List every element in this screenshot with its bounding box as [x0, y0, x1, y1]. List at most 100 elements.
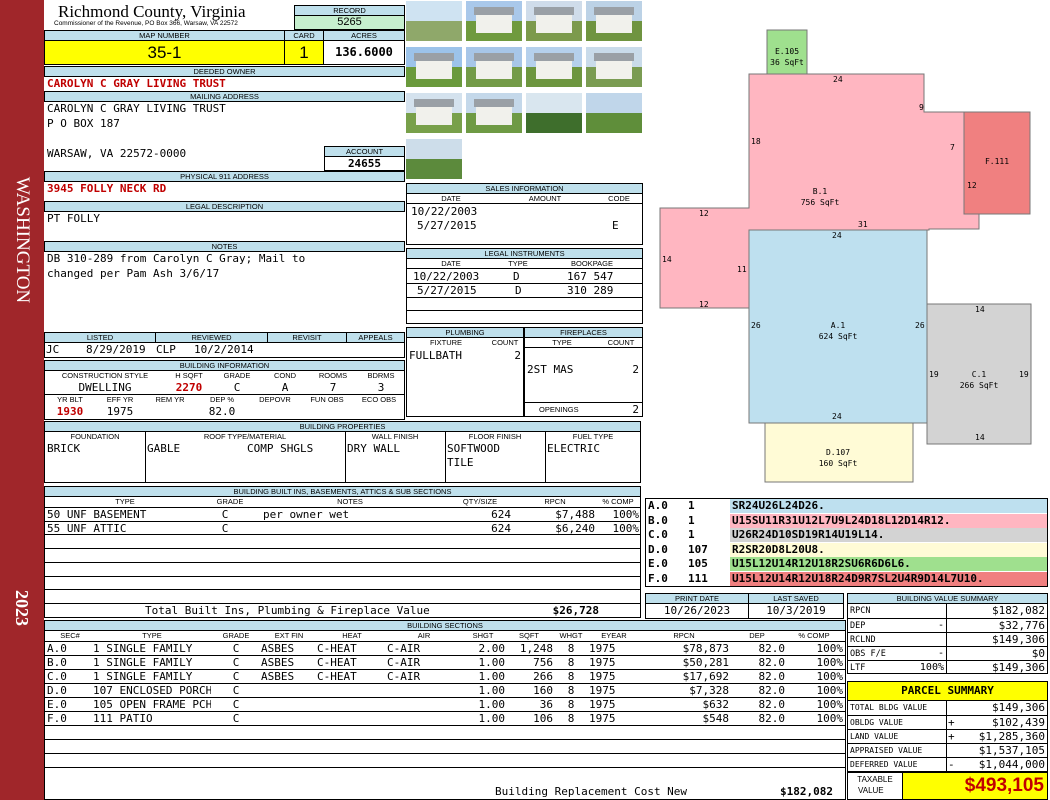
taxable-label-2: VALUE — [858, 786, 884, 795]
section-heat — [317, 684, 387, 697]
dim-a-bot: 24 — [832, 412, 842, 421]
parcel-summary-value: $149,306 — [992, 701, 1045, 714]
floor-value-1: SOFTWOOD — [447, 442, 500, 455]
section-whgt: 8 — [567, 656, 575, 669]
sketch-code-sec: F.0 — [648, 572, 668, 585]
sketch-code-sec: A.0 — [648, 499, 668, 512]
section-eyear: 1975 — [589, 712, 616, 725]
photo-cottage[interactable] — [405, 92, 463, 134]
section-row — [45, 739, 845, 753]
fireplaces-table: TYPE COUNT 2ST MAS 2 OPENINGS 2 — [524, 337, 643, 417]
photo-marsh[interactable] — [405, 138, 463, 180]
section-grade: C — [232, 656, 240, 669]
bldg-summary-value: $149,306 — [992, 633, 1045, 646]
sketch-code-row: B.0 1 U15SU11R31U12L7U9L24D18L12D14R12. — [646, 513, 1047, 528]
bldg-summary-value: $0 — [1031, 647, 1045, 660]
sketch-e-label: E.105 — [774, 47, 800, 56]
section-type: 1 SINGLE FAMILY — [93, 642, 193, 655]
hsqft-value: 2270 — [175, 381, 203, 394]
instr-book-1: 167 547 — [567, 270, 614, 283]
dep-value: 82.0 — [208, 405, 236, 418]
record-value: 5265 — [294, 15, 405, 30]
roof-material-value: COMP SHGLS — [247, 442, 314, 455]
photo-house[interactable] — [405, 46, 463, 88]
sketch-f-label: F.111 — [984, 157, 1010, 166]
parcel-summary-row: OBLDG VALUE + $102,439 — [848, 715, 1047, 729]
instr-type-1: D — [513, 270, 520, 283]
section-type: 1 SINGLE FAMILY — [93, 670, 193, 683]
plumbing-fixture-col: FIXTURE — [429, 338, 463, 347]
sketch-code-row: E.0 105 U15L12U14R12U18R2SU6R6D6L6. — [646, 557, 1047, 572]
builtins-comp: 100% — [612, 508, 640, 521]
bldg-summary-value: $149,306 — [992, 661, 1045, 674]
wall-value: DRY WALL — [347, 442, 400, 455]
photo-metal-barn[interactable] — [465, 0, 523, 42]
section-dep: 82.0 — [758, 698, 786, 711]
map-number: 35-1 — [44, 40, 285, 65]
section-shgt: 1.00 — [478, 712, 506, 725]
sections-total-label: Building Replacement Cost New — [495, 785, 688, 798]
dim-c-right: 19 — [1019, 370, 1029, 379]
legal-description: PT FOLLY — [47, 212, 100, 225]
account-number: 24655 — [324, 156, 405, 171]
bldg-summary-row: RCLND $149,306 — [848, 632, 1047, 646]
builtins-col-rpcn: RPCN — [544, 497, 566, 506]
col-construction-style: CONSTRUCTION STYLE — [61, 371, 149, 380]
photo-round-barn[interactable] — [585, 46, 643, 88]
bldg-summary-row: OBS F/E - $0 — [848, 646, 1047, 660]
builtins-row — [45, 548, 640, 562]
photo-small-house[interactable] — [465, 92, 523, 134]
sketch-code-row: F.0 111 U15L12U14R12U18R24D9R7SL2U4R9D14L7… — [646, 572, 1047, 586]
section-shgt: 1.00 — [478, 656, 506, 669]
sketch-code-path: R2SR20D8L20U8. — [732, 542, 825, 556]
section-grade: C — [232, 698, 240, 711]
photo-waterfront[interactable] — [405, 0, 463, 42]
sections-col-extfin: EXT FIN — [274, 631, 304, 640]
sketch-code-sec: C.0 — [648, 528, 668, 542]
section-whgt: 8 — [567, 684, 575, 697]
bldg-summary-row: RPCN $182,082 — [848, 604, 1047, 618]
fuel-value: ELECTRIC — [547, 442, 600, 455]
sketch-code-sec: B.0 — [648, 513, 668, 527]
builtins-row — [45, 534, 640, 548]
photo-pole-barn[interactable] — [525, 46, 583, 88]
photo-gambrel-barn[interactable] — [525, 0, 583, 42]
mailing-line2: P O BOX 187 — [47, 117, 120, 130]
dim-b-top: 24 — [833, 75, 843, 84]
photo-metal-shed[interactable] — [465, 46, 523, 88]
section-comp: 100% — [816, 712, 844, 725]
section-shgt: 2.00 — [478, 642, 506, 655]
sketch-code-code: 107 — [688, 542, 708, 556]
sections-col-air: AIR — [417, 631, 431, 640]
sketch-b-area: 756 SqFt — [800, 198, 840, 207]
section-row — [45, 725, 845, 739]
photo-shed[interactable] — [585, 0, 643, 42]
builtins-qty: 624 — [491, 521, 511, 535]
taxable-label-box: TAXABLE VALUE — [847, 772, 903, 800]
taxable-label-1: TAXABLE — [857, 775, 893, 784]
section-heat — [317, 698, 387, 711]
photo-trees[interactable] — [525, 92, 583, 134]
photo-field[interactable] — [585, 92, 643, 134]
builtins-rpcn: $6,240 — [555, 521, 595, 535]
sketch-code-path: U15L12U14R12U18R2SU6R6D6L6. — [732, 557, 911, 571]
parcel-summary-row: DEFERRED VALUE - $1,044,000 — [848, 757, 1047, 771]
parcel-summary-row: LAND VALUE + $1,285,360 — [848, 729, 1047, 743]
sketch-c-area: 266 SqFt — [959, 381, 999, 390]
section-sqft: 36 — [539, 698, 553, 711]
sketch-code-path: SR24U26L24D26. — [732, 499, 825, 512]
physical-address-header: PHYSICAL 911 ADDRESS — [44, 171, 405, 182]
sketch-codes: A.0 1 SR24U26L24D26. B.0 1 U15SU11R31U12L7U9L… — [645, 498, 1048, 587]
section-sqft: 756 — [533, 656, 553, 669]
dim-b-12b: 12 — [699, 300, 709, 309]
section-dep: 82.0 — [758, 642, 786, 655]
parcel-summary-value: $102,439 — [992, 716, 1045, 729]
sketch-code-code: 1 — [688, 528, 695, 542]
wall-col: WALL FINISH — [371, 432, 419, 441]
sections-col-shgt: SHGT — [472, 631, 494, 640]
dim-b-9: 9 — [919, 103, 924, 112]
bdrms-value: 3 — [377, 381, 385, 394]
dim-b-11: 11 — [737, 265, 747, 274]
sales-date-2: 5/27/2015 — [417, 219, 477, 232]
parcel-summary-row: TOTAL BLDG VALUE $149,306 — [848, 701, 1047, 715]
